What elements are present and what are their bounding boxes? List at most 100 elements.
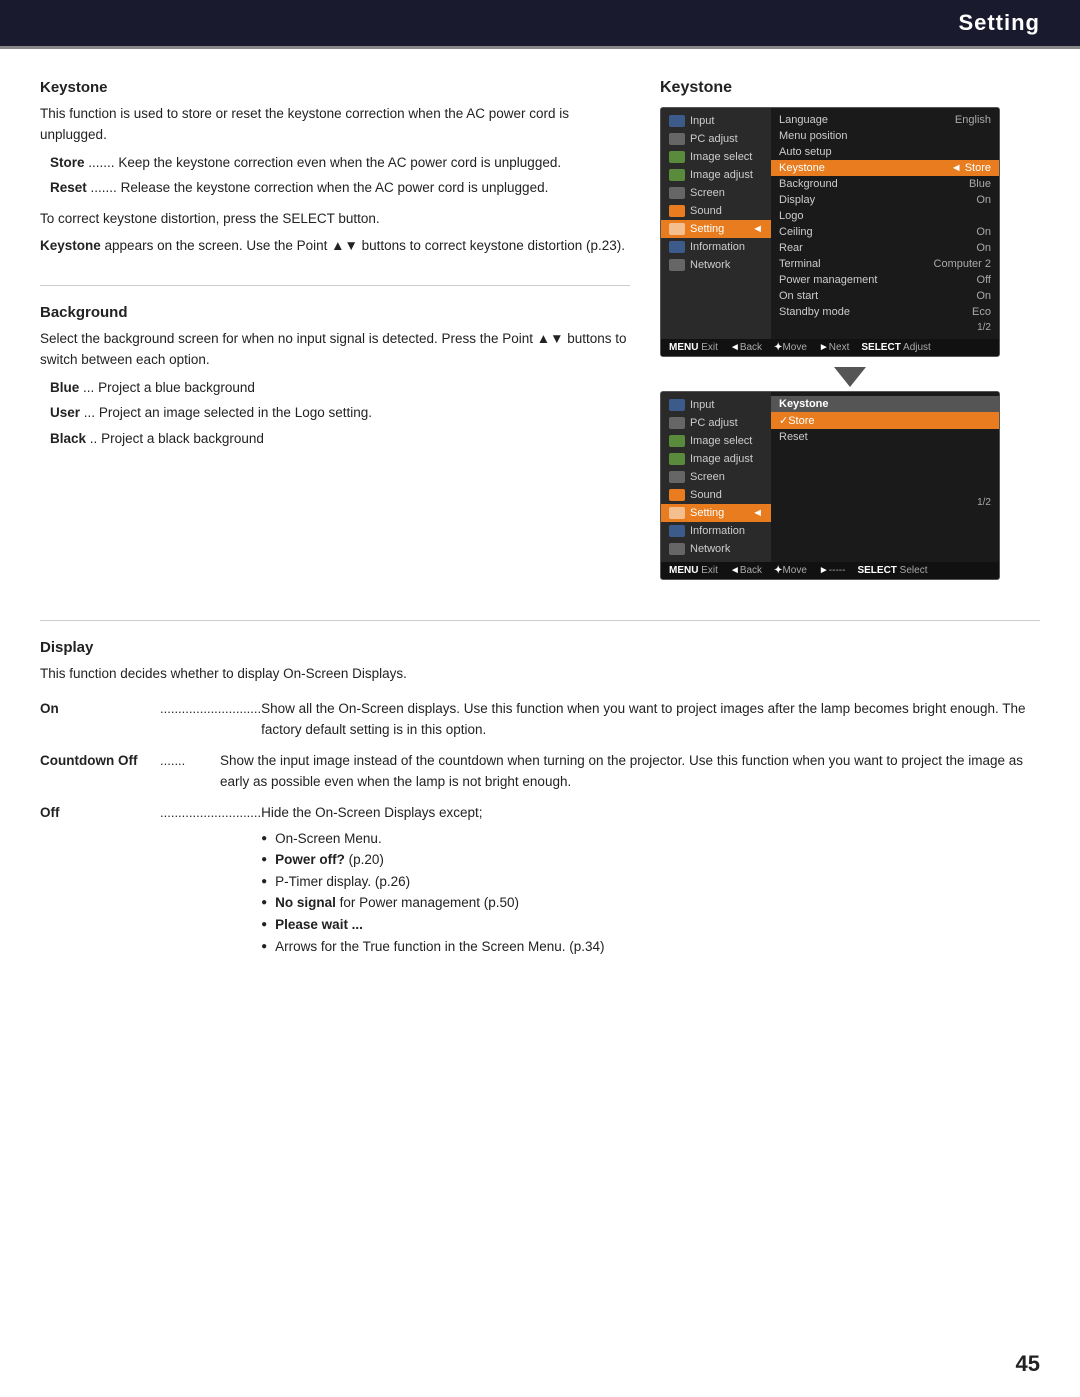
keystone-right-heading: Keystone bbox=[660, 79, 1040, 97]
menu-item-information-label: Information bbox=[690, 241, 745, 253]
display-off-dots: ............................ bbox=[160, 803, 261, 957]
menu-screenshot-2: Input PC adjust Image select Image adjus… bbox=[660, 391, 1000, 580]
menu2-item-information: Information bbox=[661, 522, 771, 540]
off-bullet-list: On-Screen Menu. Power off? (p.20) P-Time… bbox=[261, 828, 1040, 958]
menu-item-sound-label: Sound bbox=[690, 205, 722, 217]
display-off-desc: Hide the On-Screen Displays except; On-S… bbox=[261, 803, 1040, 957]
m2-sound-icon bbox=[669, 489, 685, 501]
bg-user-label: User bbox=[50, 405, 80, 420]
display-countdown-dots: ....... bbox=[160, 751, 220, 793]
display-off-row: Off ............................ Hide th… bbox=[40, 803, 1040, 957]
m2-input-icon bbox=[669, 399, 685, 411]
menu-right-autosetup: Auto setup bbox=[771, 144, 999, 160]
menu2-item-imageadjust: Image adjust bbox=[661, 450, 771, 468]
menu-right-1: Language English Menu position Auto setu… bbox=[771, 108, 999, 339]
m2-information-icon bbox=[669, 525, 685, 537]
arrow-down-icon bbox=[834, 367, 866, 387]
keystone-store-label: Store bbox=[50, 155, 85, 170]
menu-footer-2: MENU Exit ◄Back ✦Move ►----- SELECT Sele… bbox=[661, 562, 999, 579]
menu2-item-sound: Sound bbox=[661, 486, 771, 504]
menu2-store-row: ✓Store bbox=[771, 412, 999, 429]
bullet-onscreen: On-Screen Menu. bbox=[261, 828, 1040, 850]
keystone-para2: Keystone appears on the screen. Use the … bbox=[40, 236, 630, 257]
menu-item-input-label: Input bbox=[690, 115, 714, 127]
keystone-reset-row: Reset ....... Release the keystone corre… bbox=[50, 177, 630, 199]
m2-setting-icon bbox=[669, 507, 685, 519]
imageselect-icon bbox=[669, 151, 685, 163]
bg-black-label: Black bbox=[50, 431, 86, 446]
left-column: Keystone This function is used to store … bbox=[40, 79, 630, 590]
menu2-reset-row: Reset bbox=[771, 429, 999, 445]
divider-1 bbox=[40, 285, 630, 286]
menu-item-setting-label: Setting bbox=[690, 223, 724, 235]
bullet-nosignal: No signal for Power management (p.50) bbox=[261, 892, 1040, 914]
menu-item-imageselect: Image select bbox=[661, 148, 771, 166]
menu-right-keystone: Keystone ◄ Store bbox=[771, 160, 999, 176]
display-on-dots: ............................ bbox=[160, 699, 261, 741]
background-section: Background Select the background screen … bbox=[40, 304, 630, 450]
display-heading: Display bbox=[40, 639, 1040, 656]
m2-setting-arrow: ◄ bbox=[752, 507, 763, 519]
keystone-heading: Keystone bbox=[40, 79, 630, 96]
menu2-item-screen: Screen bbox=[661, 468, 771, 486]
keystone-section: Keystone This function is used to store … bbox=[40, 79, 630, 257]
menu-right-language: Language English bbox=[771, 112, 999, 128]
keystone-reset-label: Reset bbox=[50, 180, 87, 195]
menu-item-imageselect-label: Image select bbox=[690, 151, 752, 163]
display-section: Display This function decides whether to… bbox=[0, 620, 1080, 997]
menu-left-1: Input PC adjust Image select Image adjus… bbox=[661, 108, 771, 339]
menu-footer-1: MENU Exit ◄Back ✦Move ►Next SELECT Adjus… bbox=[661, 339, 999, 356]
m2-screen-icon bbox=[669, 471, 685, 483]
display-countdown-label: Countdown Off bbox=[40, 751, 160, 793]
menu-item-imageadjust: Image adjust bbox=[661, 166, 771, 184]
menu-right-ceiling: Ceiling On bbox=[771, 224, 999, 240]
menu-screenshot-1: Input PC adjust Image select Image adjus… bbox=[660, 107, 1000, 357]
display-on-row: On ............................ Show all… bbox=[40, 699, 1040, 741]
display-intro: This function decides whether to display… bbox=[40, 664, 1040, 685]
menu-item-information: Information bbox=[661, 238, 771, 256]
keystone-store-dots: ....... bbox=[88, 155, 114, 170]
setting-arrow: ◄ bbox=[752, 223, 763, 235]
menu2-item-imageselect: Image select bbox=[661, 432, 771, 450]
sound-icon bbox=[669, 205, 685, 217]
menu-right-standby: Standby mode Eco bbox=[771, 304, 999, 320]
setting-icon bbox=[669, 223, 685, 235]
menu-right-2: Keystone ✓Store Reset 1/2 bbox=[771, 392, 999, 562]
input-icon bbox=[669, 115, 685, 127]
menu-item-pcadjust: PC adjust bbox=[661, 130, 771, 148]
menu2-item-pcadjust: PC adjust bbox=[661, 414, 771, 432]
divider-2 bbox=[40, 620, 1040, 621]
information-icon bbox=[669, 241, 685, 253]
menu2-keystone-header: Keystone bbox=[771, 396, 999, 412]
menu-right-logo: Logo bbox=[771, 208, 999, 224]
menu-item-setting: Setting ◄ bbox=[661, 220, 771, 238]
keystone-para1: To correct keystone distortion, press th… bbox=[40, 209, 630, 230]
keystone-reset-dots: ....... bbox=[91, 180, 117, 195]
bullet-arrows: Arrows for the True function in the Scre… bbox=[261, 936, 1040, 958]
display-countdown-row: Countdown Off ....... Show the input ima… bbox=[40, 751, 1040, 793]
bg-black-row: Black .. Project a black background bbox=[50, 428, 630, 450]
bullet-poweroff: Power off? (p.20) bbox=[261, 849, 1040, 871]
display-off-label: Off bbox=[40, 803, 160, 957]
network-icon bbox=[669, 259, 685, 271]
bg-user-dots: ... bbox=[84, 405, 95, 420]
menu-item-input: Input bbox=[661, 112, 771, 130]
bg-blue-row: Blue ... Project a blue background bbox=[50, 377, 630, 399]
menu-right-menupos: Menu position bbox=[771, 128, 999, 144]
m2-network-icon bbox=[669, 543, 685, 555]
pcadjust-icon bbox=[669, 133, 685, 145]
menu2-item-network: Network bbox=[661, 540, 771, 558]
menu-right-terminal: Terminal Computer 2 bbox=[771, 256, 999, 272]
menu-page-indicator-1: 1/2 bbox=[771, 320, 999, 335]
keystone-reset-text: Release the keystone correction when the… bbox=[121, 180, 549, 195]
keystone-store-text: Keep the keystone correction even when t… bbox=[118, 155, 561, 170]
menu-item-pcadjust-label: PC adjust bbox=[690, 133, 738, 145]
screen-icon bbox=[669, 187, 685, 199]
m2-imageadjust-icon bbox=[669, 453, 685, 465]
m2-pcadjust-icon bbox=[669, 417, 685, 429]
menu-right-background: Background Blue bbox=[771, 176, 999, 192]
display-on-desc: Show all the On-Screen displays. Use thi… bbox=[261, 699, 1040, 741]
background-heading: Background bbox=[40, 304, 630, 321]
menu-layout-2: Input PC adjust Image select Image adjus… bbox=[661, 392, 999, 562]
keystone-store-row: Store ....... Keep the keystone correcti… bbox=[50, 152, 630, 174]
